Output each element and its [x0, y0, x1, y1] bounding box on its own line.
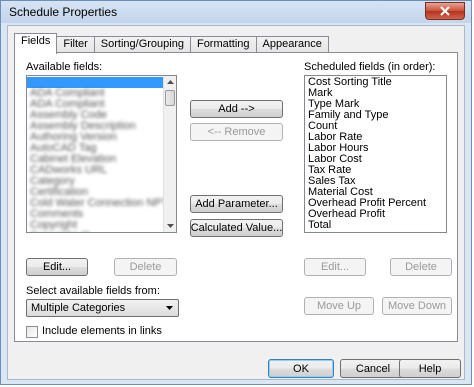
ok-button[interactable]: OK — [268, 359, 334, 378]
tab-fields[interactable]: Fields — [14, 33, 58, 54]
move-down-button[interactable]: Move Down — [382, 297, 452, 315]
include-links-checkbox[interactable] — [26, 326, 38, 338]
available-field-item[interactable]: Copyright (I) — [27, 231, 163, 233]
category-select[interactable]: Multiple Categories — [26, 299, 179, 317]
close-icon — [440, 6, 450, 16]
window-title: Schedule Properties — [9, 5, 118, 19]
add-field-button[interactable]: Add --> — [190, 100, 283, 118]
category-select-value: Multiple Categories — [31, 302, 126, 314]
delete-scheduled-button[interactable]: Delete — [390, 258, 452, 276]
title-bar[interactable]: Schedule Properties — [1, 1, 471, 23]
calculated-value-button[interactable]: Calculated Value... — [190, 219, 283, 237]
select-fields-from-label: Select available fields from: — [26, 285, 160, 297]
scheduled-field-item[interactable]: Total — [305, 220, 446, 231]
edit-scheduled-button[interactable]: Edit... — [304, 258, 366, 276]
scroll-down-icon[interactable] — [164, 220, 176, 232]
scheduled-fields-list[interactable]: Cost Sorting Title Mark Type Mark Family an… — [304, 75, 447, 233]
close-button[interactable] — [425, 2, 465, 20]
scheduled-fields-label: Scheduled fields (in order): — [304, 61, 436, 73]
schedule-properties-dialog: Schedule Properties Fields Filter Sortin… — [0, 0, 472, 385]
help-button[interactable]: Help — [399, 359, 461, 378]
edit-available-button[interactable]: Edit... — [26, 258, 88, 276]
scroll-thumb[interactable] — [165, 90, 175, 106]
delete-available-button[interactable]: Delete — [114, 258, 177, 276]
tab-strip: Fields Filter Sorting/Grouping Formattin… — [14, 33, 329, 54]
dialog-client-area: Fields Filter Sorting/Grouping Formattin… — [7, 25, 465, 380]
move-up-button[interactable]: Move Up — [304, 297, 374, 315]
include-links-label: Include elements in links — [42, 325, 162, 337]
remove-field-button[interactable]: <-- Remove — [190, 123, 283, 141]
chevron-down-icon — [166, 306, 173, 310]
available-fields-scrollbar[interactable] — [163, 76, 176, 232]
add-parameter-button[interactable]: Add Parameter... — [190, 195, 283, 213]
cancel-button[interactable]: Cancel — [340, 359, 406, 378]
fields-tab-panel: Available fields: ADA Compliant ADA Compl… — [14, 52, 458, 342]
available-fields-list[interactable]: ADA Compliant ADA Compliant Assembly Code A… — [26, 75, 177, 233]
scroll-up-icon[interactable] — [164, 76, 176, 88]
available-fields-label: Available fields: — [26, 61, 103, 73]
